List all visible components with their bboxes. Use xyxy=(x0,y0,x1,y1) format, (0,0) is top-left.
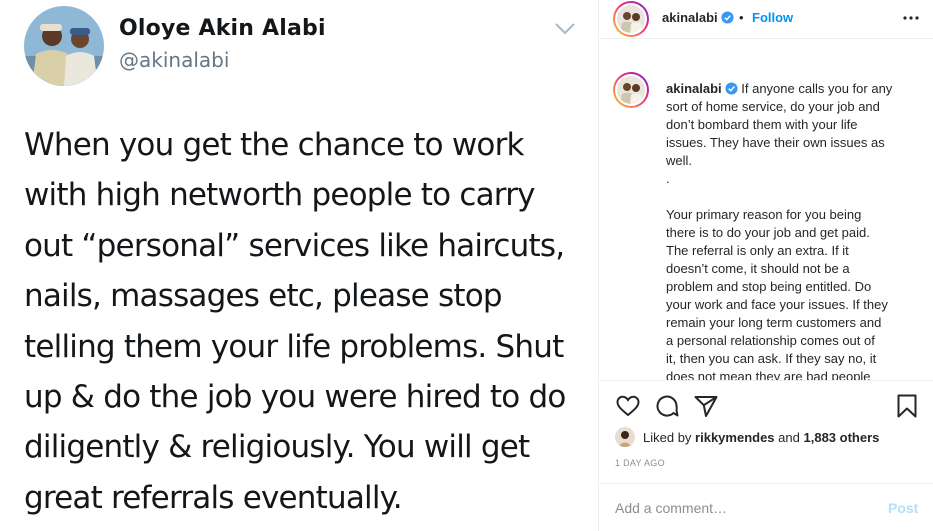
caption-line: issues. They have their own issues as xyxy=(666,135,885,150)
tweet-text-line: out “personal” services like haircuts, xyxy=(24,227,565,264)
caption-area[interactable]: akinalabi If anyone calls you for any so… xyxy=(599,39,933,380)
tweet-avatar xyxy=(24,6,104,86)
caption-line: Your primary reason for you being xyxy=(666,207,862,222)
caption-line: a personal relationship comes out of xyxy=(666,333,875,348)
tweet-text: When you get the chance to work with hig… xyxy=(24,120,584,523)
caption-line: . xyxy=(666,171,670,186)
tweet-text-line: with high networth people to carry xyxy=(24,177,536,214)
likes-prefix: Liked by xyxy=(643,430,692,445)
tweet-text-line: great referrals eventually. xyxy=(24,479,403,516)
likes-count[interactable]: 1,883 others xyxy=(804,430,880,445)
comment-divider xyxy=(599,483,933,484)
avatar-image xyxy=(617,5,645,33)
post-header: akinalabi • Follow xyxy=(599,0,933,38)
caption-text: akinalabi If anyone calls you for any so… xyxy=(666,80,911,380)
caption-line: If anyone calls you for any xyxy=(741,81,893,96)
caption-line: it, then you can ask. If they say no, it xyxy=(666,351,877,366)
tweet-text-line: telling them your life problems. Shut xyxy=(24,328,564,365)
caption-line: doesn’t come, it should not be a xyxy=(666,261,850,276)
comment-icon[interactable] xyxy=(654,393,680,419)
tweet-text-line: diligently & religiously. You will get xyxy=(24,429,530,466)
header-separator: • xyxy=(739,10,744,25)
likes-text: Liked by rikkymendes and 1,883 others xyxy=(643,430,879,445)
post-comment-button[interactable]: Post xyxy=(888,500,918,516)
tweet-text-line: When you get the chance to work xyxy=(24,127,524,163)
heart-icon[interactable] xyxy=(615,393,641,419)
caption-line: there is to do your job and get paid. xyxy=(666,225,870,240)
header-username-text[interactable]: akinalabi xyxy=(662,10,718,25)
caption-username[interactable]: akinalabi xyxy=(666,81,722,96)
tweet-text-line: nails, massages etc, please stop xyxy=(24,278,503,315)
caption-line: don’t bombard them with your life xyxy=(666,117,858,132)
verified-icon xyxy=(721,11,734,24)
header-avatar[interactable] xyxy=(613,1,649,37)
share-icon[interactable] xyxy=(693,393,719,419)
tweet-display-name: Oloye Akin Alabi xyxy=(119,16,326,41)
comment-input[interactable] xyxy=(615,496,865,520)
caption-line: sort of home service, do your job and xyxy=(666,99,880,114)
tweet-text-line: up & do the job you were hired to do xyxy=(24,379,566,416)
likes-and: and xyxy=(778,430,800,445)
post-side-panel: akinalabi • Follow akinalabi If anyone c… xyxy=(598,0,933,531)
caption-avatar[interactable] xyxy=(613,72,649,108)
verified-icon xyxy=(725,82,738,95)
caption-line: problem and stop being entitled. Do xyxy=(666,279,872,294)
caption-line: well. xyxy=(666,153,693,168)
caption-first-line: akinalabi If anyone calls you for any xyxy=(666,80,911,98)
tweet-handle: @akinalabi xyxy=(119,48,230,72)
follow-button[interactable]: Follow xyxy=(752,10,793,25)
chevron-down-icon xyxy=(555,23,575,35)
liker-username[interactable]: rikkymendes xyxy=(695,430,775,445)
post-timestamp[interactable]: 1 DAY AGO xyxy=(615,458,665,468)
caption-gap xyxy=(666,188,911,206)
caption-line: does not mean they are bad people xyxy=(666,369,871,380)
header-username[interactable]: akinalabi xyxy=(662,10,734,25)
liker-avatar-image xyxy=(615,427,635,447)
caption-line: The referral is only an extra. If it xyxy=(666,243,849,258)
tweet-image: Oloye Akin Alabi @akinalabi When you get… xyxy=(0,0,598,531)
avatar-image xyxy=(617,76,645,104)
caption-line: your work and face your issues. If they xyxy=(666,297,888,312)
caption-line: remain your long term customers and xyxy=(666,315,882,330)
more-icon[interactable] xyxy=(901,8,921,28)
bookmark-icon[interactable] xyxy=(894,393,920,419)
liker-avatar[interactable] xyxy=(615,427,635,447)
action-bar xyxy=(599,381,933,426)
